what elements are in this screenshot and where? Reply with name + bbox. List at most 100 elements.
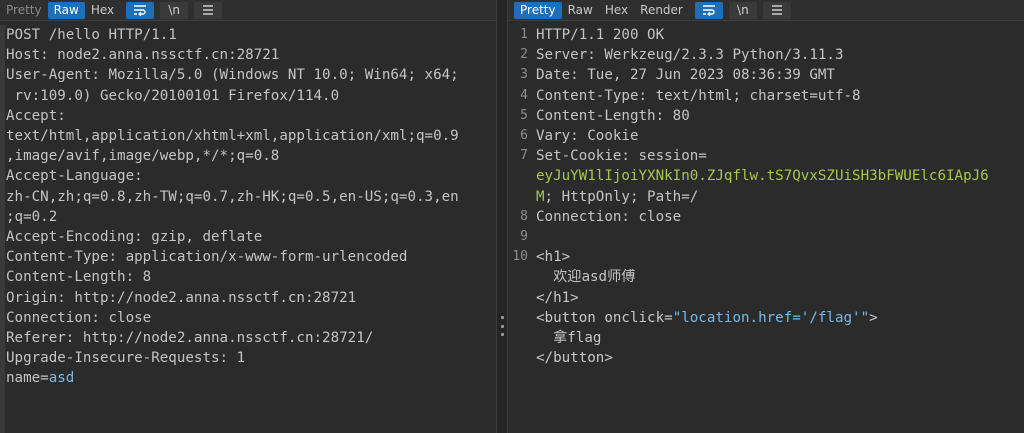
response-line-text: Content-Type: text/html; charset=utf-8 <box>536 87 861 104</box>
response-line: </button> <box>508 348 1024 368</box>
response-editor[interactable]: 1 HTTP/1.1 200 OK 2 Server: Werkzeug/2.3.3… <box>508 21 1024 368</box>
newline-icon[interactable]: \n <box>160 1 189 19</box>
line-number: 3 <box>520 67 528 83</box>
tab-raw[interactable]: Raw <box>562 2 599 19</box>
line-number-blank <box>508 187 536 207</box>
body-key: name= <box>6 370 49 387</box>
tab-render[interactable]: Render <box>634 2 689 19</box>
request-line: Accept-Encoding: gzip, deflate <box>6 229 263 246</box>
response-line-text: Connection: close <box>536 208 682 225</box>
line-number-blank <box>508 267 536 287</box>
session-cookie-value: eyJuYW1lIjoiYXNkIn0.ZJqflw.tS7QvxSZUiSH3… <box>536 168 989 185</box>
menu-icon[interactable] <box>762 1 791 19</box>
line-number-blank <box>508 308 536 328</box>
line-number: 1 <box>520 27 528 42</box>
request-line: rv:109.0) Gecko/20100101 Firefox/114.0 <box>6 87 340 104</box>
request-editor[interactable]: POST /hello HTTP/1.1 Host: node2.anna.ns… <box>0 21 496 389</box>
tab-pretty[interactable]: Pretty <box>0 2 48 19</box>
response-line-text: Vary: Cookie <box>536 128 639 145</box>
cookie-continuation: M; HttpOnly; Path=/ <box>536 187 698 207</box>
onclick-value: "location.href='/flag'" <box>672 309 870 326</box>
request-pane: Pretty Raw Hex \n POST /hello HTTP/1.1 H… <box>0 0 496 433</box>
response-line: 拿flag <box>508 328 1024 348</box>
line-number-blank <box>508 348 536 368</box>
line-number-blank <box>508 166 536 186</box>
response-line: eyJuYW1lIjoiYXNkIn0.ZJqflw.tS7QvxSZUiSH3… <box>508 166 1024 186</box>
request-toolbar: Pretty Raw Hex \n <box>0 0 496 21</box>
request-line: Content-Length: 8 <box>6 269 152 286</box>
request-line: User-Agent: Mozilla/5.0 (Windows NT 10.0… <box>6 67 459 84</box>
line-number-blank <box>508 328 536 348</box>
button-text: 拿flag <box>536 330 602 347</box>
wrap-icon-svg <box>702 5 715 16</box>
wrap-icon[interactable] <box>126 1 155 19</box>
menu-icon[interactable] <box>194 1 223 19</box>
response-line: 7 Set-Cookie: session= <box>508 146 1024 166</box>
session-cookie-value-end: M <box>536 188 545 205</box>
request-line: Host: node2.anna.nssctf.cn:28721 <box>6 47 280 64</box>
line-number-blank <box>508 288 536 308</box>
request-line: Referer: http://node2.anna.nssctf.cn:287… <box>6 330 374 347</box>
divider-grip-icon[interactable] <box>501 316 504 336</box>
response-line: 4 Content-Type: text/html; charset=utf-8 <box>508 86 1024 106</box>
request-line: ,image/avif,image/webp,*/*;q=0.8 <box>6 148 280 165</box>
response-line: </h1> <box>508 288 1024 308</box>
request-line: zh-CN,zh;q=0.8,zh-TW;q=0.7,zh-HK;q=0.5,e… <box>6 188 459 205</box>
newline-icon[interactable]: \n <box>728 1 757 19</box>
tab-hex[interactable]: Hex <box>599 2 634 19</box>
pane-divider[interactable] <box>496 0 508 433</box>
line-number: 10 <box>512 249 528 265</box>
line-number: 9 <box>520 229 528 245</box>
response-line-text: Content-Length: 80 <box>536 107 690 124</box>
cookie-attributes: ; HttpOnly; Path=/ <box>544 188 699 205</box>
line-number: 4 <box>520 87 528 103</box>
h1-close-tag: </h1> <box>536 289 579 306</box>
onclick-attr: onclick= <box>604 309 673 326</box>
button-open-tag: <button onclick="location.href='/flag'"> <box>536 308 878 328</box>
request-line: text/html,application/xhtml+xml,applicat… <box>6 128 459 145</box>
tab-pretty[interactable]: Pretty <box>514 1 562 19</box>
wrap-icon[interactable] <box>694 1 723 19</box>
h1-open-tag: <h1> <box>536 249 571 266</box>
response-line-text: Date: Tue, 27 Jun 2023 08:36:39 GMT <box>536 67 835 84</box>
menu-icon-svg <box>771 5 782 15</box>
request-line: Connection: close <box>6 309 152 326</box>
response-line: 9 <box>508 227 1024 247</box>
button-tag-name: <button <box>536 309 605 326</box>
response-line: 10 <h1> <box>508 247 1024 267</box>
line-number: 5 <box>520 107 528 123</box>
wrap-icon-svg <box>134 5 147 16</box>
request-line: Accept-Language: <box>6 168 143 185</box>
response-pane: Pretty Raw Hex Render \n 1 HTTP/1.1 200 O… <box>508 0 1024 433</box>
request-line: Content-Type: application/x-www-form-url… <box>6 249 408 266</box>
response-line: 2 Server: Werkzeug/2.3.3 Python/3.11.3 <box>508 45 1024 65</box>
response-line: 欢迎asd师傅 <box>508 267 1024 287</box>
line-number: 7 <box>520 148 528 164</box>
response-line-text: HTTP/1.1 200 OK <box>536 27 665 43</box>
response-line: <button onclick="location.href='/flag'"> <box>508 308 1024 328</box>
tab-raw[interactable]: Raw <box>47 1 85 19</box>
button-close-tag: </button> <box>536 350 613 367</box>
menu-icon-svg <box>203 5 214 15</box>
request-line: ;q=0.2 <box>6 208 58 225</box>
response-line: M; HttpOnly; Path=/ <box>508 187 1024 207</box>
response-line: 3 Date: Tue, 27 Jun 2023 08:36:39 GMT <box>508 65 1024 85</box>
tab-hex[interactable]: Hex <box>85 2 120 19</box>
h1-text: 欢迎asd师傅 <box>536 269 636 286</box>
button-tag-end: > <box>869 309 878 326</box>
request-line: Origin: http://node2.anna.nssctf.cn:2872… <box>6 289 357 306</box>
request-body-line: name=asd <box>6 368 496 388</box>
set-cookie-label: Set-Cookie: session= <box>536 148 707 165</box>
response-line: 1 HTTP/1.1 200 OK <box>508 25 1024 45</box>
response-line-text <box>536 227 545 247</box>
body-value: asd <box>48 370 75 387</box>
response-toolbar: Pretty Raw Hex Render \n <box>508 0 1024 21</box>
response-line: 6 Vary: Cookie <box>508 126 1024 146</box>
request-line: Upgrade-Insecure-Requests: 1 <box>6 350 246 367</box>
response-line-text: Server: Werkzeug/2.3.3 Python/3.11.3 <box>536 47 844 64</box>
line-number: 8 <box>520 208 528 224</box>
line-number: 2 <box>520 47 528 63</box>
response-line: 8 Connection: close <box>508 207 1024 227</box>
response-line: 5 Content-Length: 80 <box>508 106 1024 126</box>
request-line: Accept: <box>6 107 66 124</box>
